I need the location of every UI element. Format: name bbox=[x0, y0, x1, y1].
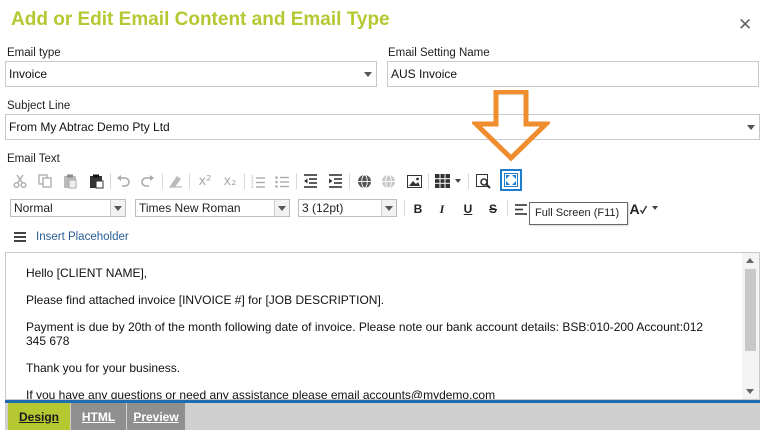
font-size-select[interactable]: 3 (12pt) bbox=[298, 199, 397, 217]
redo-icon[interactable] bbox=[138, 171, 158, 191]
scroll-down-icon[interactable] bbox=[746, 389, 754, 394]
unlink-icon[interactable] bbox=[378, 171, 398, 191]
editor-paragraph: Please find attached invoice [INVOICE #]… bbox=[26, 293, 385, 307]
fullscreen-button[interactable] bbox=[500, 169, 522, 191]
email-type-value: Invoice bbox=[9, 67, 48, 81]
strikethrough-button[interactable]: S bbox=[484, 201, 502, 217]
underline-button[interactable]: U bbox=[459, 201, 477, 217]
email-setting-name-value: AUS Invoice bbox=[391, 67, 458, 81]
tab-preview[interactable]: Preview bbox=[127, 403, 185, 430]
dialog-title: Add or Edit Email Content and Email Type bbox=[11, 9, 390, 30]
chevron-down-icon[interactable] bbox=[274, 200, 289, 216]
bold-button[interactable]: B bbox=[409, 201, 427, 217]
ordered-list-icon[interactable]: 123 bbox=[248, 171, 268, 191]
subscript-icon[interactable]: x₂ bbox=[220, 171, 240, 191]
editor-content[interactable]: Hello [CLIENT NAME], Please find attache… bbox=[26, 266, 726, 400]
arrow-down-icon bbox=[472, 90, 550, 162]
spellcheck-button[interactable]: A bbox=[629, 201, 647, 217]
fullscreen-tooltip: Full Screen (F11) bbox=[529, 202, 628, 225]
align-left-icon[interactable] bbox=[512, 201, 530, 217]
email-type-select[interactable]: Invoice bbox=[5, 61, 377, 87]
chevron-down-icon[interactable] bbox=[381, 200, 396, 216]
subject-line-value: From My Abtrac Demo Pty Ltd bbox=[9, 120, 170, 134]
email-setting-name-label: Email Setting Name bbox=[388, 47, 490, 59]
subject-line-select[interactable]: From My Abtrac Demo Pty Ltd bbox=[5, 114, 760, 140]
email-text-editor[interactable]: Hello [CLIENT NAME], Please find attache… bbox=[5, 252, 760, 400]
editor-paragraph: Thank you for your business. bbox=[26, 361, 181, 375]
scrollbar-thumb[interactable] bbox=[745, 269, 756, 351]
email-text-label: Email Text bbox=[7, 153, 60, 165]
find-icon[interactable] bbox=[473, 171, 493, 191]
indent-icon[interactable] bbox=[325, 171, 345, 191]
format-stripper-icon[interactable] bbox=[165, 171, 185, 191]
superscript-icon[interactable]: x² bbox=[195, 171, 215, 191]
spellcheck-dropdown-icon[interactable] bbox=[649, 200, 661, 216]
close-icon[interactable]: ✕ bbox=[738, 17, 752, 34]
outdent-icon[interactable] bbox=[300, 171, 320, 191]
fullscreen-icon bbox=[504, 173, 518, 187]
editor-mode-bar: Design HTML Preview bbox=[5, 400, 760, 430]
insert-placeholder-button[interactable]: Insert Placeholder bbox=[14, 231, 129, 243]
undo-icon[interactable] bbox=[113, 171, 133, 191]
paste-icon[interactable] bbox=[60, 171, 80, 191]
cut-icon[interactable] bbox=[10, 171, 30, 191]
chevron-down-icon[interactable] bbox=[360, 62, 376, 86]
email-setting-name-input[interactable]: AUS Invoice bbox=[387, 61, 759, 87]
chevron-down-icon[interactable] bbox=[743, 115, 759, 139]
svg-text:3: 3 bbox=[251, 184, 254, 188]
unordered-list-icon[interactable] bbox=[272, 171, 292, 191]
hyperlink-icon[interactable] bbox=[354, 171, 374, 191]
chevron-down-icon[interactable] bbox=[110, 200, 125, 216]
font-name-value: Times New Roman bbox=[139, 201, 241, 215]
editor-paragraph: Payment is due by 20th of the month foll… bbox=[26, 320, 704, 348]
insert-placeholder-label: Insert Placeholder bbox=[36, 231, 129, 243]
table-icon[interactable] bbox=[432, 171, 452, 191]
tab-design[interactable]: Design bbox=[8, 403, 70, 430]
editor-paragraph: Hello [CLIENT NAME], bbox=[26, 266, 148, 280]
editor-paragraph: If you have any questions or need any as… bbox=[26, 388, 496, 400]
italic-button[interactable]: I bbox=[433, 201, 451, 217]
spellcheck-icon: A bbox=[629, 201, 640, 217]
editor-scrollbar[interactable] bbox=[742, 253, 759, 399]
paragraph-style-select[interactable]: Normal bbox=[10, 199, 126, 217]
tab-html[interactable]: HTML bbox=[71, 403, 126, 430]
email-type-label: Email type bbox=[7, 47, 61, 59]
paste-word-icon[interactable] bbox=[86, 171, 106, 191]
font-name-select[interactable]: Times New Roman bbox=[135, 199, 290, 217]
list-icon bbox=[14, 232, 26, 242]
subject-line-label: Subject Line bbox=[7, 100, 71, 112]
font-size-value: 3 (12pt) bbox=[302, 201, 344, 215]
copy-icon[interactable] bbox=[35, 171, 55, 191]
paragraph-style-value: Normal bbox=[14, 201, 53, 215]
scroll-up-icon[interactable] bbox=[746, 258, 754, 263]
image-icon[interactable] bbox=[404, 171, 424, 191]
table-dropdown-icon[interactable] bbox=[452, 171, 464, 191]
